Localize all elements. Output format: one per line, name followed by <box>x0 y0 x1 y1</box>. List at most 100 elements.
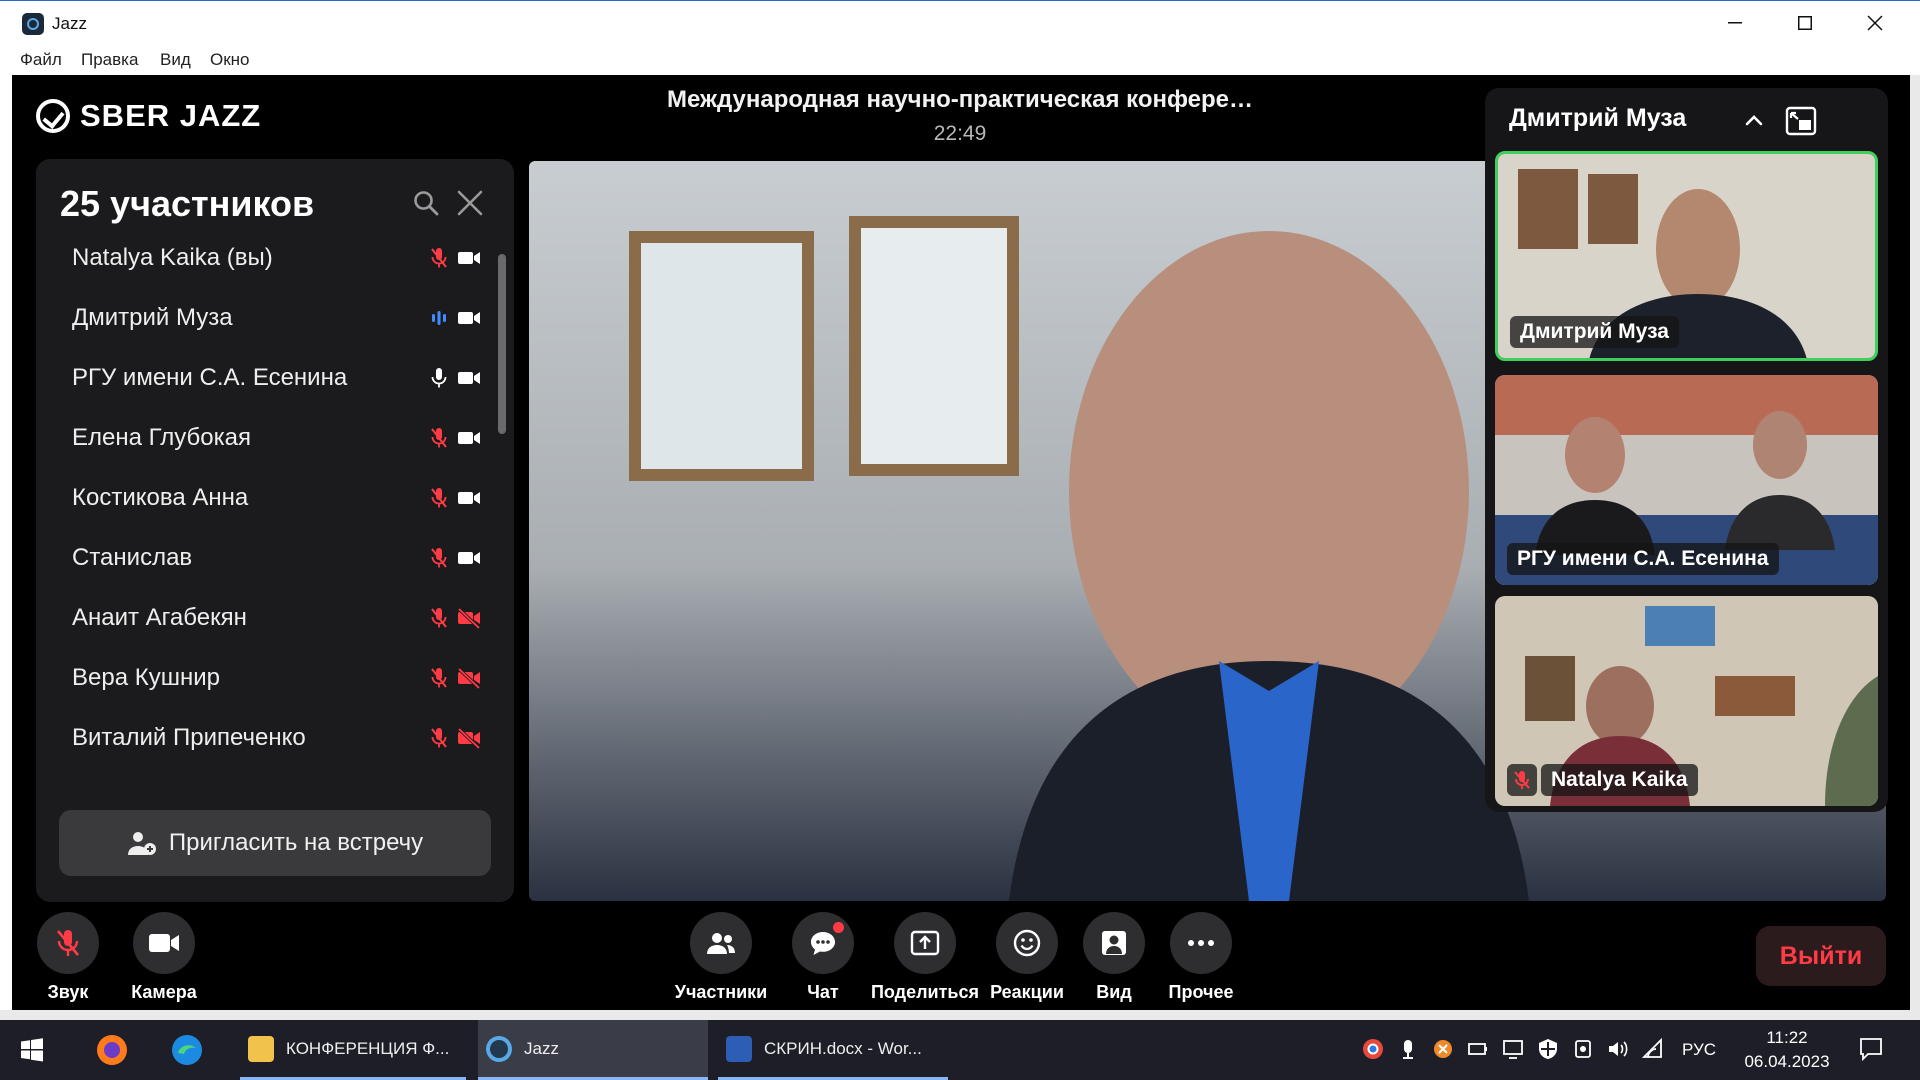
close-icon <box>1867 15 1883 31</box>
participants-count: 25 участников <box>60 183 315 224</box>
participant-name: Станислав <box>72 544 193 571</box>
undock-icon[interactable] <box>1785 106 1817 136</box>
chrome-tray-icon[interactable] <box>1362 1038 1384 1060</box>
participant-row[interactable]: Natalya Kaika (вы) <box>36 228 480 288</box>
speaker-panel: Дмитрий Муза Дмитрий Муза РГУ имени С.А.… <box>1485 88 1888 812</box>
mic-muted-icon <box>431 548 447 568</box>
camera-icon <box>458 432 480 444</box>
microphone-tray-icon[interactable] <box>1397 1038 1419 1060</box>
participant-name: Вера Кушнир <box>72 664 220 691</box>
volume-tray-icon[interactable] <box>1607 1038 1629 1060</box>
participants-scrollbar[interactable] <box>498 254 506 434</box>
mic-muted-icon <box>431 728 447 748</box>
participant-row[interactable]: Костикова Анна <box>36 468 480 528</box>
participant-row[interactable]: Дмитрий Муза <box>36 288 480 348</box>
taskbar-window-button[interactable]: СКРИН.docx - Wor... <box>718 1020 948 1080</box>
edge-icon <box>172 1035 202 1065</box>
thumbnail-label: Natalya Kaika <box>1541 764 1698 796</box>
more-button[interactable]: Прочее <box>1141 908 1261 1008</box>
wifi-tray-icon[interactable] <box>1642 1038 1664 1060</box>
security-alert-tray-icon[interactable] <box>1432 1038 1454 1060</box>
mic-muted-icon <box>431 668 447 688</box>
mic-muted-badge <box>1507 764 1537 796</box>
video-thumbnail-natalya[interactable]: Natalya Kaika <box>1495 596 1878 806</box>
view-label: Вид <box>1096 982 1132 1002</box>
maximize-button[interactable] <box>1770 1 1840 45</box>
camera-off-icon <box>457 727 481 750</box>
unread-badge <box>833 922 844 933</box>
video-thumbnail-rgu[interactable]: РГУ имени С.А. Есенина <box>1495 375 1878 585</box>
participant-row[interactable]: Елена Глубокая <box>36 408 480 468</box>
leave-button[interactable]: Выйти <box>1756 926 1886 986</box>
sound-button-circle <box>37 912 99 974</box>
firefox-taskbar-button[interactable] <box>95 1020 129 1080</box>
taskbar-window-button[interactable]: КОНФЕРЕНЦИЯ Ф... <box>240 1020 466 1080</box>
menu-view[interactable]: Вид <box>160 50 191 70</box>
camera-label: Камера <box>131 982 197 1002</box>
notifications-icon[interactable] <box>1858 1036 1884 1062</box>
participant-name: Виталий Припеченко <box>72 724 306 751</box>
participants-panel: 25 участников Natalya Kaika (вы) Дмитрий … <box>36 159 514 902</box>
invite-button[interactable]: Пригласить на встречу <box>59 810 491 876</box>
close-window-button[interactable] <box>1840 1 1910 45</box>
minimize-button[interactable] <box>1700 1 1770 45</box>
close-icon[interactable] <box>456 189 484 217</box>
network-device-tray-icon[interactable] <box>1572 1038 1594 1060</box>
chat-label: Чат <box>807 982 839 1002</box>
meeting-timer: 22:49 <box>933 122 987 145</box>
battery-tray-icon[interactable] <box>1467 1038 1489 1060</box>
camera-off-icon <box>457 667 481 690</box>
edge-taskbar-button[interactable] <box>170 1020 204 1080</box>
taskbar-window-label: КОНФЕРЕНЦИЯ Ф... <box>286 1038 450 1058</box>
search-icon[interactable] <box>412 189 440 217</box>
minimize-icon <box>1728 22 1742 24</box>
camera-button[interactable]: Камера <box>104 908 224 1008</box>
participant-row[interactable]: РГУ имени С.А. Есенина <box>36 348 480 408</box>
more-label: Прочее <box>1168 982 1234 1002</box>
menu-file[interactable]: Файл <box>20 50 62 70</box>
participant-row[interactable]: Вера Кушнир <box>36 648 481 708</box>
language-indicator[interactable]: РУС <box>1682 1020 1722 1080</box>
display-tray-icon[interactable] <box>1502 1038 1524 1060</box>
view-layout-icon <box>1102 931 1126 955</box>
smile-icon <box>1013 929 1041 957</box>
participant-row[interactable]: Анаит Агабекян <box>36 588 481 648</box>
active-speaker-name: Дмитрий Муза <box>1509 104 1687 132</box>
participant-name: Елена Глубокая <box>72 424 252 451</box>
taskbar-window-button[interactable]: Jazz <box>478 1020 708 1080</box>
mic-muted-icon <box>431 608 447 628</box>
view-button-circle <box>1083 912 1145 974</box>
participant-row[interactable]: Виталий Припеченко <box>36 708 481 768</box>
thumbnail-label: Дмитрий Муза <box>1510 316 1679 348</box>
mic-icon <box>431 368 447 388</box>
window-title: Jazz <box>52 14 87 33</box>
participant-name: Анаит Агабекян <box>72 604 247 631</box>
start-button[interactable] <box>20 1020 50 1080</box>
camera-icon <box>458 312 480 324</box>
camera-icon <box>458 372 480 384</box>
participant-name: РГУ имени С.А. Есенина <box>72 364 348 391</box>
menu-bar: Файл Правка Вид Окно <box>0 44 1920 75</box>
firefox-icon <box>97 1035 127 1065</box>
camera-icon <box>458 552 480 564</box>
maximize-icon <box>1798 16 1812 30</box>
defender-shield-icon[interactable] <box>1537 1038 1559 1060</box>
windows-taskbar: КОНФЕРЕНЦИЯ Ф... Jazz СКРИН.docx - Wor... … <box>0 1020 1920 1080</box>
video-thumbnail-dmitry[interactable]: Дмитрий Муза <box>1495 151 1878 361</box>
users-icon <box>707 933 735 954</box>
share-screen-icon <box>910 930 940 956</box>
jazz-icon <box>486 1035 512 1062</box>
mic-muted-icon <box>1514 771 1530 789</box>
camera-off-icon <box>457 607 481 630</box>
word-icon <box>726 1035 752 1062</box>
chevron-up-icon[interactable] <box>1743 110 1765 132</box>
thumbnail-caption: Natalya Kaika <box>1507 764 1698 796</box>
sber-check-icon <box>36 99 70 133</box>
reactions-button-circle <box>996 912 1058 974</box>
menu-window[interactable]: Окно <box>210 50 250 70</box>
clock[interactable]: 11:22 06.04.2023 <box>1742 1026 1832 1074</box>
mic-muted-icon <box>431 248 447 268</box>
participant-row[interactable]: Станислав <box>36 528 480 588</box>
menu-edit[interactable]: Правка <box>81 50 138 70</box>
share-label: Поделиться <box>870 982 980 1002</box>
